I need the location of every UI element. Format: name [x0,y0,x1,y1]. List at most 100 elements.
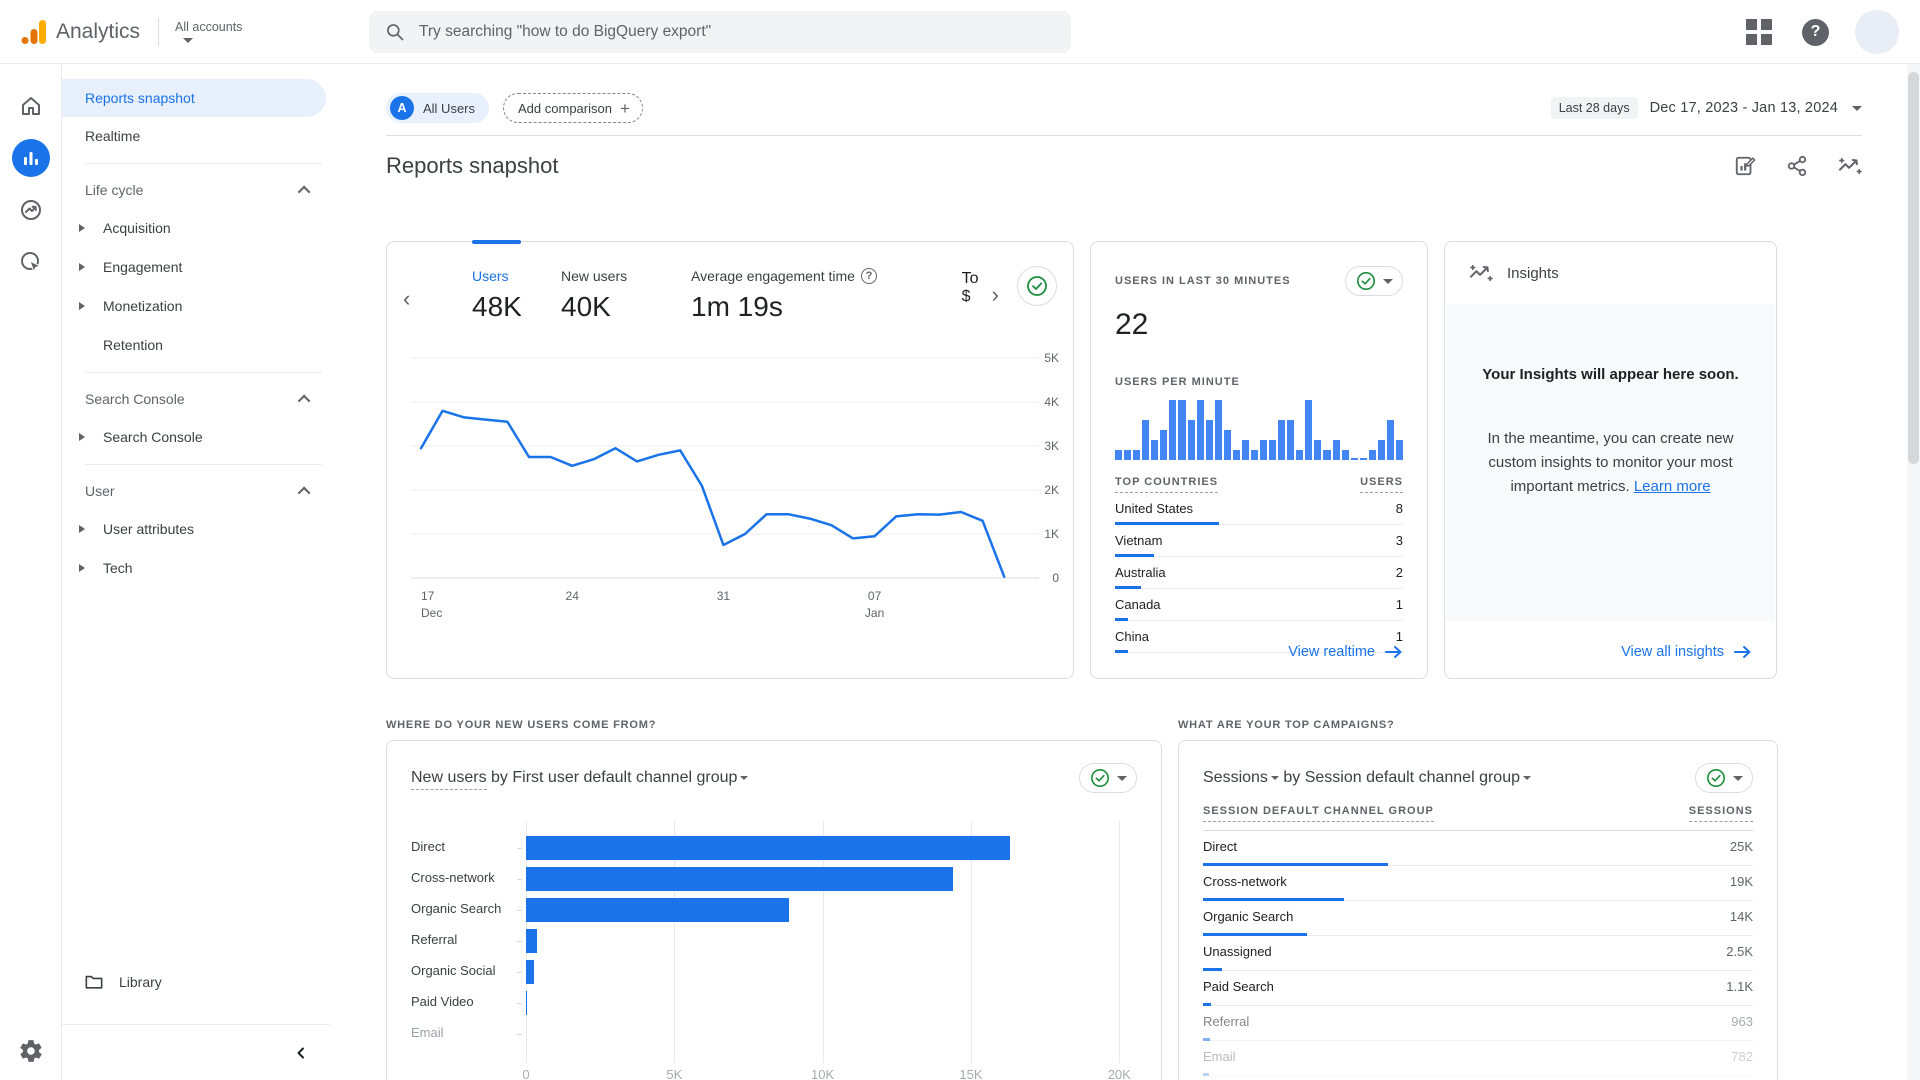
country-name: China [1115,629,1149,644]
minute-bar [1333,440,1340,460]
realtime-card: USERS IN LAST 30 MINUTES 22 USERS PER MI… [1090,241,1428,679]
metric-avg-engagement[interactable]: Average engagement time? 1m 19s [691,268,877,323]
help-circle-icon[interactable]: ? [861,268,877,284]
channel-check-dropdown[interactable] [1079,763,1137,793]
sidebar-item-library[interactable]: Library [62,962,330,1002]
country-row: Vietnam3 [1115,525,1403,557]
divider [85,372,322,373]
apps-grid-icon[interactable] [1746,19,1772,45]
sessions-col2-header[interactable]: SESSIONS [1689,805,1753,822]
new-users-metric-selector[interactable]: New users [411,769,487,790]
sidebar-section-search-console[interactable]: Search Console [62,381,330,417]
users-col-header[interactable]: USERS [1360,476,1403,493]
collapse-sidebar-icon[interactable] [294,1046,308,1060]
view-realtime-label: View realtime [1288,644,1375,660]
check-circle-icon [1356,271,1376,291]
bar-referral[interactable] [526,929,537,953]
sessions-metric-selector[interactable]: Sessions [1203,769,1268,786]
analytics-logo[interactable]: Analytics [20,19,140,45]
sidebar-item-realtime[interactable]: Realtime [62,117,330,155]
nav-rail [0,64,62,1080]
minute-bar [1215,400,1222,460]
scrollbar-track[interactable] [1907,64,1920,1080]
divider [85,163,322,164]
data-quality-check-icon[interactable] [1017,266,1057,306]
sidebar-item-retention[interactable]: Retention [62,325,330,364]
users-trend-line-chart[interactable]: 5K4K3K2K1K017Dec243107Jan [411,350,1061,640]
arrow-right-icon [1385,645,1403,659]
bar-organic-social[interactable] [526,960,534,984]
check-circle-icon [1090,768,1110,788]
country-users: 1 [1396,597,1403,612]
sidebar-item-acquisition[interactable]: Acquisition [62,208,330,247]
bar-cross-network[interactable] [526,867,953,891]
country-name: Australia [1115,565,1166,580]
users-per-minute-bar-chart[interactable] [1115,398,1403,460]
sidebar-item-engagement[interactable]: Engagement [62,247,330,286]
sidebar-item-tech[interactable]: Tech [62,548,330,587]
customize-report-icon[interactable] [1734,155,1756,177]
sidebar-item-reports-snapshot[interactable]: Reports snapshot [62,79,326,117]
add-comparison-button[interactable]: Add comparison + [503,93,643,123]
sidebar-item-user-attributes[interactable]: User attributes [62,509,330,548]
bar-direct[interactable] [526,836,1010,860]
plus-icon: + [620,100,630,117]
metrics-scroll-left-icon[interactable]: ‹ [403,286,410,312]
insights-icon[interactable] [1838,155,1862,177]
sessions-value: 2.5K [1726,944,1753,959]
sidebar-section-life-cycle[interactable]: Life cycle [62,172,330,208]
metric-new-users[interactable]: New users 40K [561,268,627,323]
view-all-insights-link[interactable]: View all insights [1621,644,1752,660]
avatar[interactable] [1855,10,1899,54]
help-icon[interactable]: ? [1802,19,1829,46]
date-range-picker[interactable]: Last 28 days Dec 17, 2023 - Jan 13, 2024 [1551,97,1862,119]
reports-icon-active[interactable] [0,132,62,184]
country-row: Canada1 [1115,589,1403,621]
learn-more-link[interactable]: Learn more [1634,478,1711,495]
sessions-value: 1.1K [1726,979,1753,994]
insights-body: Your Insights will appear here soon. In … [1446,304,1775,621]
share-icon[interactable] [1786,155,1808,177]
country-name: Vietnam [1115,533,1162,548]
account-switcher[interactable]: All accounts [175,20,242,43]
home-icon[interactable] [0,80,62,132]
x-axis-label: 10K [811,1067,834,1080]
realtime-users-value: 22 [1115,308,1403,342]
x-axis-label: 5K [666,1067,682,1080]
advertising-icon[interactable] [0,236,62,288]
minute-bar [1242,440,1249,460]
top-countries-header[interactable]: TOP COUNTRIES [1115,476,1218,493]
realtime-check-dropdown[interactable] [1345,266,1403,296]
sidebar-item-monetization[interactable]: Monetization [62,286,330,325]
minute-bar [1314,440,1321,460]
explore-icon[interactable] [0,184,62,236]
minute-bar [1396,440,1403,460]
divider [386,135,1862,136]
bar-paid-video[interactable] [526,991,527,1015]
metric-users[interactable]: Users 48K [472,268,522,323]
sidebar-item-search-console[interactable]: Search Console [62,417,330,456]
session-row-referral: Referral963 [1203,1006,1753,1041]
search-bar[interactable] [369,11,1071,53]
bar-organic-search[interactable] [526,898,789,922]
search-input[interactable] [419,23,1019,41]
new-users-channel-card: New users by First user default channel … [386,740,1162,1080]
all-users-chip[interactable]: A All Users [386,93,489,123]
metrics-scroll-right-icon[interactable]: › [992,282,999,308]
chevron-down-icon[interactable] [1271,776,1279,780]
metric-partial-clipped[interactable]: To $ [962,270,986,306]
view-realtime-link[interactable]: View realtime [1288,644,1403,660]
session-row-unassigned: Unassigned2.5K [1203,936,1753,971]
sidebar-section-user[interactable]: User [62,473,330,509]
admin-gear-icon[interactable] [0,1038,62,1064]
session-row-direct: Direct25K [1203,831,1753,866]
bar-label-email: Email [411,1025,444,1043]
minute-bar [1133,450,1140,460]
sessions-check-dropdown[interactable] [1695,763,1753,793]
analytics-logo-icon [20,19,46,45]
chevron-down-icon[interactable] [1523,776,1531,780]
scrollbar-thumb[interactable] [1908,72,1919,464]
bar-label-direct: Direct [411,839,445,857]
chevron-down-icon[interactable] [740,776,748,780]
sessions-col1-header[interactable]: SESSION DEFAULT CHANNEL GROUP [1203,805,1434,822]
